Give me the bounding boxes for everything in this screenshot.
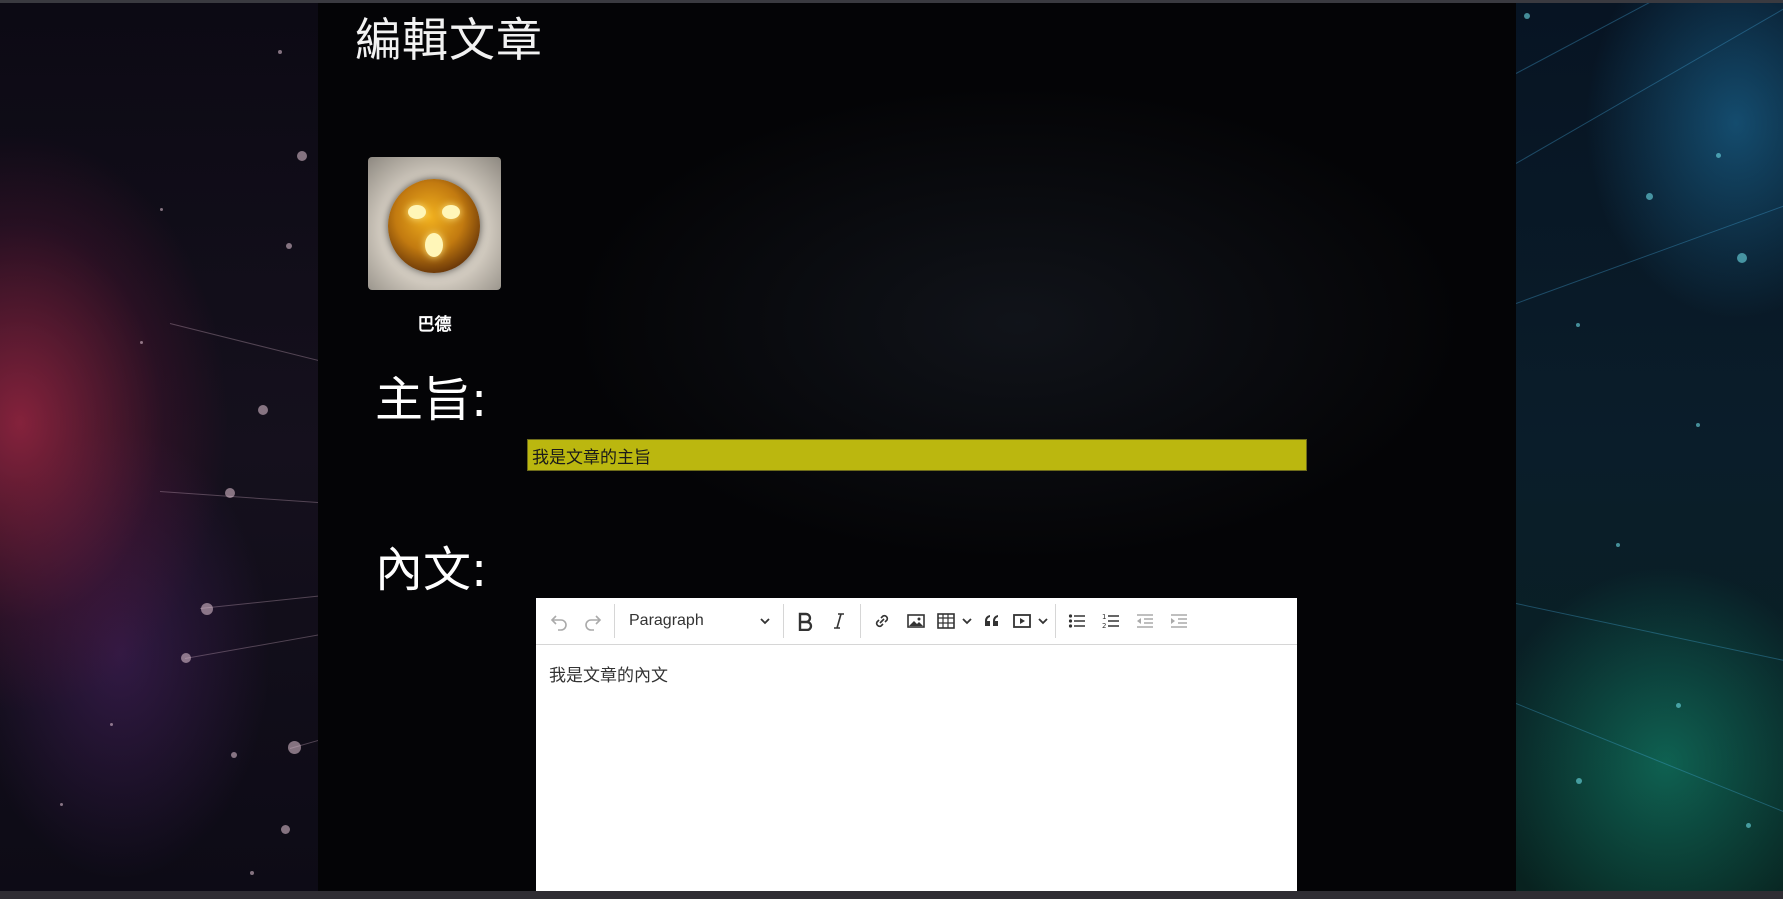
left-background-art bbox=[0, 3, 318, 891]
outdent-icon[interactable] bbox=[1128, 604, 1162, 638]
link-icon[interactable] bbox=[865, 604, 899, 638]
media-embed-button[interactable] bbox=[1009, 604, 1051, 638]
svg-text:2: 2 bbox=[1102, 622, 1106, 630]
toolbar-separator bbox=[1055, 604, 1056, 638]
redo-icon[interactable] bbox=[576, 604, 610, 638]
numbered-list-icon[interactable]: 12 bbox=[1094, 604, 1128, 638]
subject-label: 主旨: bbox=[375, 372, 488, 428]
toolbar-separator bbox=[860, 604, 861, 638]
right-background-art bbox=[1516, 3, 1783, 891]
editor-paragraph: 我是文章的內文 bbox=[549, 666, 668, 686]
italic-icon[interactable] bbox=[822, 604, 856, 638]
indent-icon[interactable] bbox=[1162, 604, 1196, 638]
table-icon bbox=[933, 604, 959, 638]
blockquote-icon[interactable] bbox=[975, 604, 1009, 638]
toolbar-separator bbox=[614, 604, 615, 638]
chevron-down-icon bbox=[1038, 618, 1048, 625]
bard-avatar-icon bbox=[368, 157, 501, 290]
undo-icon[interactable] bbox=[542, 604, 576, 638]
bold-icon[interactable] bbox=[788, 604, 822, 638]
toolbar-separator bbox=[783, 604, 784, 638]
editor-toolbar: Paragraph 1 2 bbox=[536, 598, 1297, 645]
author-name: 巴德 bbox=[417, 315, 452, 335]
subject-input[interactable] bbox=[527, 439, 1307, 471]
heading-select[interactable]: Paragraph bbox=[619, 604, 779, 638]
chevron-down-icon bbox=[760, 618, 770, 625]
media-embed-icon bbox=[1009, 604, 1035, 638]
bulleted-list-icon[interactable] bbox=[1060, 604, 1094, 638]
editor-content-area[interactable]: 我是文章的內文 bbox=[536, 645, 1297, 891]
content-label: 內文: bbox=[375, 542, 488, 598]
chevron-down-icon bbox=[962, 618, 972, 625]
page-title: 編輯文章 bbox=[355, 13, 543, 67]
rich-text-editor: Paragraph 1 2 我是文章的內文 bbox=[536, 598, 1297, 891]
image-icon[interactable] bbox=[899, 604, 933, 638]
window-bottom-border bbox=[0, 891, 1783, 899]
table-button[interactable] bbox=[933, 604, 975, 638]
svg-text:1: 1 bbox=[1102, 613, 1106, 621]
heading-select-label: Paragraph bbox=[629, 612, 704, 629]
